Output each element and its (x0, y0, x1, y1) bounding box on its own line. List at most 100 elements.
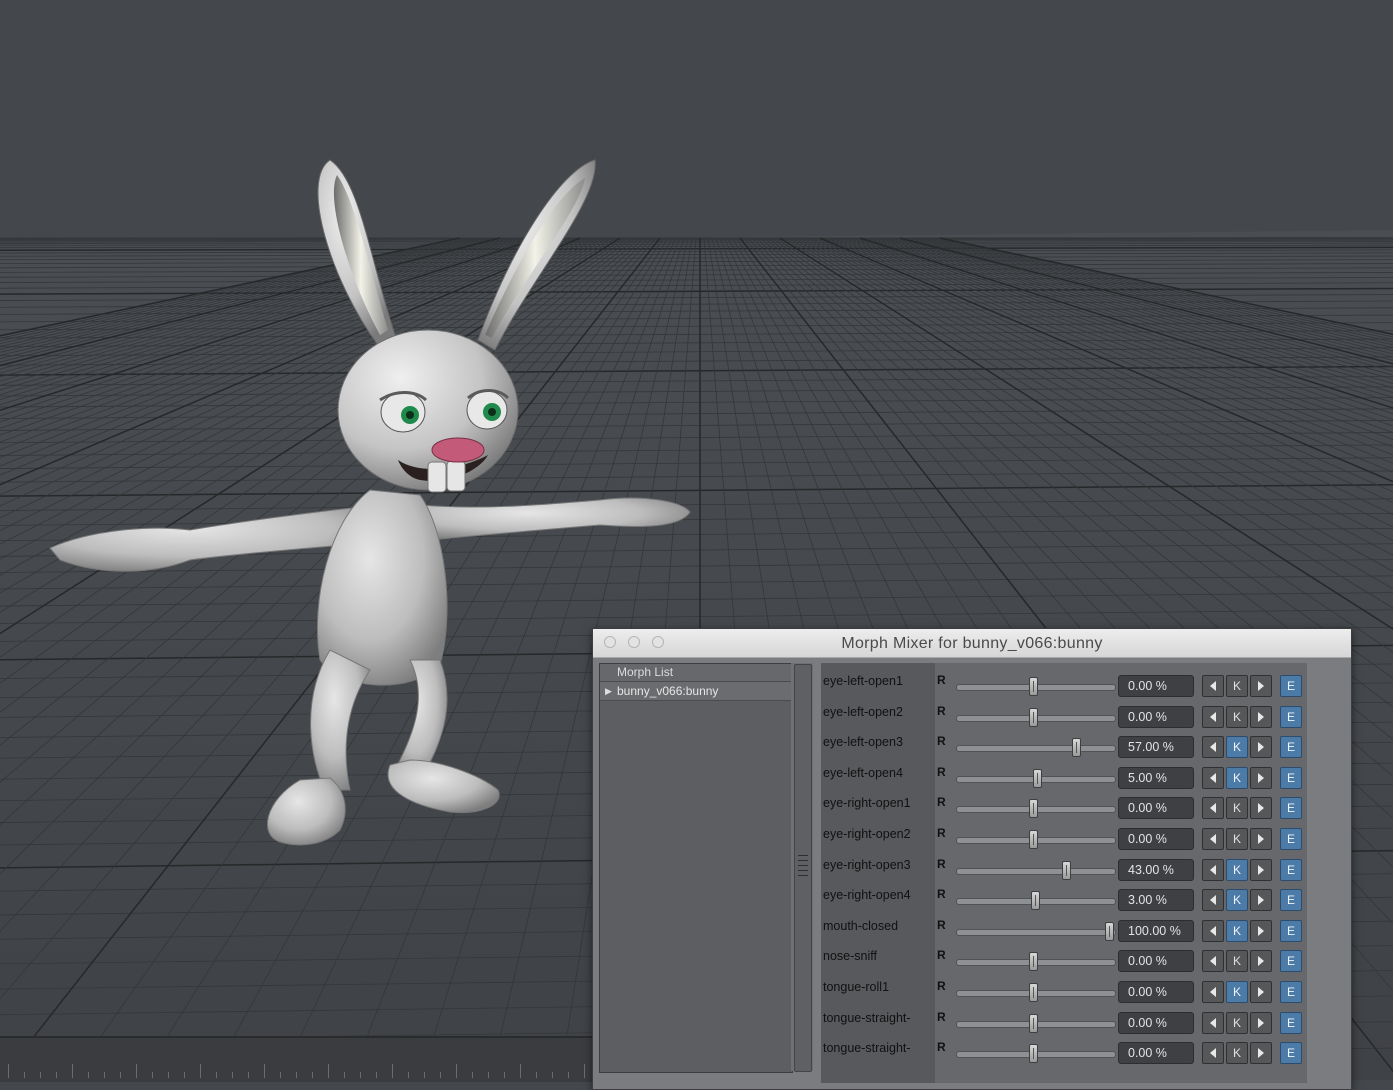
next-key-button[interactable] (1250, 736, 1272, 758)
key-button[interactable]: K (1226, 920, 1248, 942)
morph-value-field[interactable]: 0.00 % (1118, 950, 1194, 972)
reset-button[interactable]: R (937, 795, 946, 809)
key-button[interactable]: K (1226, 675, 1248, 697)
morph-slider-thumb[interactable] (1029, 1014, 1038, 1033)
edit-button[interactable]: E (1280, 736, 1302, 758)
morph-value-field[interactable]: 3.00 % (1118, 889, 1194, 911)
next-key-button[interactable] (1250, 859, 1272, 881)
prev-key-button[interactable] (1202, 859, 1224, 881)
scroll-grip-icon[interactable] (798, 855, 808, 879)
reset-button[interactable]: R (937, 673, 946, 687)
prev-key-button[interactable] (1202, 736, 1224, 758)
morph-slider-thumb[interactable] (1029, 983, 1038, 1002)
reset-button[interactable]: R (937, 979, 946, 993)
key-button[interactable]: K (1226, 1012, 1248, 1034)
morph-value-field[interactable]: 43.00 % (1118, 859, 1194, 881)
morph-slider-thumb[interactable] (1029, 1044, 1038, 1063)
prev-key-button[interactable] (1202, 1012, 1224, 1034)
prev-key-button[interactable] (1202, 706, 1224, 728)
morph-value-field[interactable]: 0.00 % (1118, 1042, 1194, 1064)
timeline[interactable] (0, 1036, 592, 1082)
edit-button[interactable]: E (1280, 950, 1302, 972)
key-button[interactable]: K (1226, 981, 1248, 1003)
next-key-button[interactable] (1250, 767, 1272, 789)
next-key-button[interactable] (1250, 706, 1272, 728)
edit-button[interactable]: E (1280, 828, 1302, 850)
expand-arrow-icon[interactable]: ▶ (605, 682, 612, 700)
prev-key-button[interactable] (1202, 828, 1224, 850)
prev-key-button[interactable] (1202, 920, 1224, 942)
morph-slider-track[interactable] (956, 868, 1116, 875)
morph-slider-thumb[interactable] (1029, 677, 1038, 696)
morph-slider-track[interactable] (956, 929, 1116, 936)
edit-button[interactable]: E (1280, 889, 1302, 911)
edit-button[interactable]: E (1280, 1012, 1302, 1034)
prev-key-button[interactable] (1202, 767, 1224, 789)
prev-key-button[interactable] (1202, 675, 1224, 697)
morph-slider-thumb[interactable] (1072, 738, 1081, 757)
morph-slider-thumb[interactable] (1062, 861, 1071, 880)
next-key-button[interactable] (1250, 1012, 1272, 1034)
morph-value-field[interactable]: 0.00 % (1118, 797, 1194, 819)
edit-button[interactable]: E (1280, 767, 1302, 789)
morph-value-field[interactable]: 0.00 % (1118, 828, 1194, 850)
morph-slider-thumb[interactable] (1029, 799, 1038, 818)
edit-button[interactable]: E (1280, 920, 1302, 942)
key-button[interactable]: K (1226, 767, 1248, 789)
reset-button[interactable]: R (937, 857, 946, 871)
prev-key-button[interactable] (1202, 950, 1224, 972)
reset-button[interactable]: R (937, 765, 946, 779)
key-button[interactable]: K (1226, 889, 1248, 911)
key-button[interactable]: K (1226, 1042, 1248, 1064)
morph-value-field[interactable]: 5.00 % (1118, 767, 1194, 789)
scrollbar[interactable] (794, 664, 812, 1072)
key-button[interactable]: K (1226, 950, 1248, 972)
next-key-button[interactable] (1250, 920, 1272, 942)
key-button[interactable]: K (1226, 706, 1248, 728)
morph-slider-thumb[interactable] (1029, 708, 1038, 727)
morph-value-field[interactable]: 0.00 % (1118, 706, 1194, 728)
next-key-button[interactable] (1250, 675, 1272, 697)
edit-button[interactable]: E (1280, 797, 1302, 819)
edit-button[interactable]: E (1280, 706, 1302, 728)
prev-key-button[interactable] (1202, 797, 1224, 819)
edit-button[interactable]: E (1280, 675, 1302, 697)
prev-key-button[interactable] (1202, 1042, 1224, 1064)
key-button[interactable]: K (1226, 859, 1248, 881)
edit-button[interactable]: E (1280, 1042, 1302, 1064)
morph-slider-thumb[interactable] (1031, 891, 1040, 910)
key-button[interactable]: K (1226, 736, 1248, 758)
edit-button[interactable]: E (1280, 981, 1302, 1003)
morph-slider-thumb[interactable] (1029, 952, 1038, 971)
next-key-button[interactable] (1250, 889, 1272, 911)
morph-slider-thumb[interactable] (1033, 769, 1042, 788)
prev-key-button[interactable] (1202, 889, 1224, 911)
morph-value-field[interactable]: 100.00 % (1118, 920, 1194, 942)
key-button[interactable]: K (1226, 828, 1248, 850)
next-key-button[interactable] (1250, 981, 1272, 1003)
morph-value-field[interactable]: 0.00 % (1118, 981, 1194, 1003)
reset-button[interactable]: R (937, 1040, 946, 1054)
next-key-button[interactable] (1250, 1042, 1272, 1064)
reset-button[interactable]: R (937, 704, 946, 718)
edit-button[interactable]: E (1280, 859, 1302, 881)
morph-slider-track[interactable] (956, 745, 1116, 752)
reset-button[interactable]: R (937, 918, 946, 932)
next-key-button[interactable] (1250, 797, 1272, 819)
reset-button[interactable]: R (937, 887, 946, 901)
key-button[interactable]: K (1226, 797, 1248, 819)
morph-slider-thumb[interactable] (1105, 922, 1114, 941)
morph-value-field[interactable]: 57.00 % (1118, 736, 1194, 758)
morph-value-field[interactable]: 0.00 % (1118, 1012, 1194, 1034)
morph-slider-thumb[interactable] (1029, 830, 1038, 849)
next-key-button[interactable] (1250, 828, 1272, 850)
prev-key-button[interactable] (1202, 981, 1224, 1003)
reset-button[interactable]: R (937, 1010, 946, 1024)
morph-value-field[interactable]: 0.00 % (1118, 675, 1194, 697)
reset-button[interactable]: R (937, 948, 946, 962)
reset-button[interactable]: R (937, 826, 946, 840)
window-titlebar[interactable]: Morph Mixer for bunny_v066:bunny (593, 629, 1351, 658)
morph-list-item[interactable]: ▶ bunny_v066:bunny (600, 682, 792, 701)
reset-button[interactable]: R (937, 734, 946, 748)
next-key-button[interactable] (1250, 950, 1272, 972)
